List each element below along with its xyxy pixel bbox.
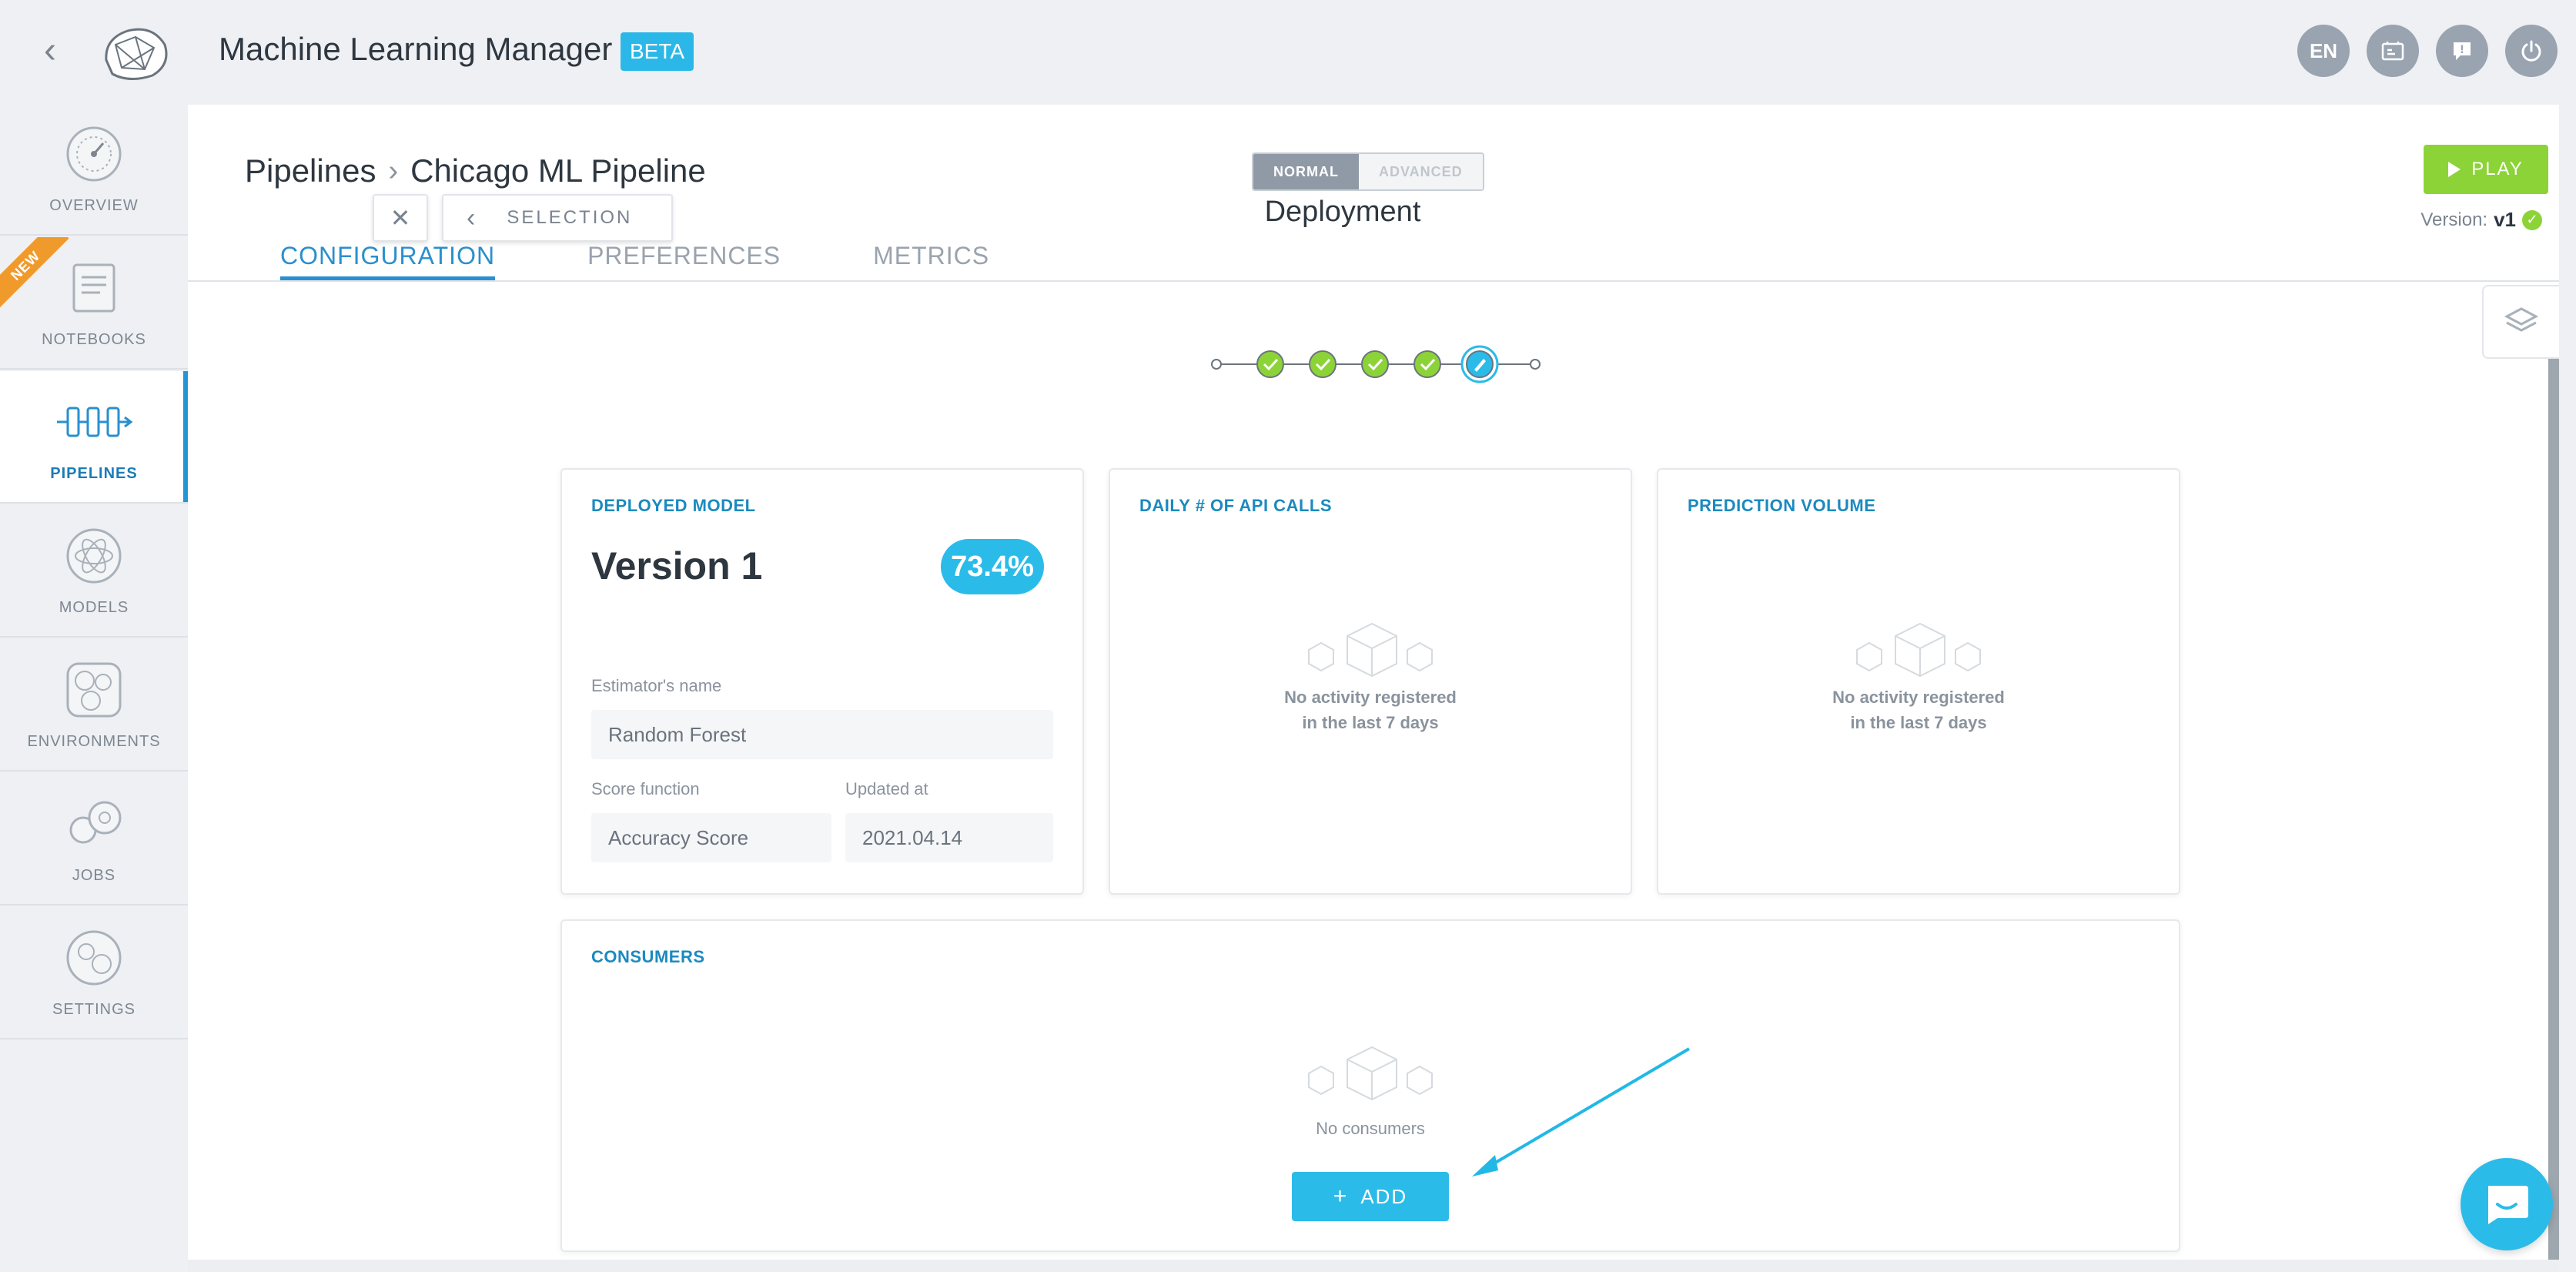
breadcrumb-current: Chicago ML Pipeline: [410, 152, 706, 189]
scrollbar[interactable]: [2548, 359, 2559, 1272]
app-logo-icon: [105, 28, 168, 80]
play-button[interactable]: PLAY: [2424, 145, 2548, 194]
play-icon: [2448, 162, 2461, 177]
empty-cubes-icon: [1308, 622, 1433, 678]
sidebar-item-models[interactable]: MODELS: [0, 505, 188, 638]
sidebar-item-label: NOTEBOOKS: [42, 330, 146, 348]
language-button[interactable]: EN: [2297, 25, 2350, 77]
score-function-label: Score function: [591, 779, 700, 798]
power-icon[interactable]: [2505, 25, 2558, 77]
sidebar-item-label: JOBS: [72, 866, 116, 884]
sidebar-item-label: MODELS: [59, 598, 129, 616]
mode-advanced-button[interactable]: ADVANCED: [1359, 154, 1483, 189]
wizard-stepper: [1211, 345, 1541, 383]
sidebar-item-label: ENVIRONMENTS: [27, 732, 161, 750]
updated-at-field: 2021.04.14: [845, 813, 1053, 862]
empty-message: in the last 7 days: [1302, 713, 1439, 732]
sidebar-item-overview[interactable]: OVERVIEW: [0, 103, 188, 236]
no-consumers-message: No consumers: [1316, 1119, 1425, 1138]
sidebar-item-label: OVERVIEW: [49, 196, 139, 214]
card-title: PREDICTION VOLUME: [1688, 496, 1876, 515]
dashboard-icon[interactable]: [2367, 25, 2419, 77]
new-ribbon: NEW: [0, 237, 69, 310]
sidebar-item-notebooks[interactable]: NEW NOTEBOOKS: [0, 237, 188, 370]
close-button[interactable]: ✕: [373, 194, 428, 242]
gears-icon: [69, 801, 122, 843]
deployed-model-card: DEPLOYED MODEL Version 1 73.4% Estimator…: [560, 468, 1084, 895]
pipeline-icon: [57, 407, 132, 437]
annotation-arrow: [1472, 1047, 1691, 1177]
chevron-left-icon: ‹: [467, 203, 478, 233]
sidebar-item-jobs[interactable]: JOBS: [0, 773, 188, 905]
version-value: v1: [2494, 208, 2516, 231]
tab-configuration[interactable]: CONFIGURATION: [280, 242, 496, 280]
sidebar-item-environments[interactable]: ENVIRONMENTS: [0, 639, 188, 772]
estimator-field: Random Forest: [591, 710, 1053, 759]
api-calls-card: DAILY # OF API CALLS No activity registe…: [1109, 468, 1632, 895]
help-chat-icon[interactable]: !: [2436, 25, 2488, 77]
chevron-right-icon: ›: [388, 154, 399, 187]
notebook-icon: [72, 263, 115, 312]
card-title: DAILY # OF API CALLS: [1139, 496, 1333, 515]
add-consumer-button[interactable]: + ADD: [1292, 1172, 1449, 1221]
deployed-version: Version 1: [591, 544, 763, 587]
svg-text:!: !: [2460, 44, 2464, 56]
step-completed-icon[interactable]: [1361, 350, 1389, 378]
sidebar-item-settings[interactable]: SETTINGS: [0, 907, 188, 1039]
page-header: Pipelines › Chicago ML Pipeline NORMAL A…: [188, 105, 2559, 282]
add-label: ADD: [1360, 1184, 1408, 1208]
sidebar-item-label: PIPELINES: [50, 464, 138, 482]
score-badge: 73.4%: [941, 539, 1044, 594]
play-label: PLAY: [2471, 159, 2524, 179]
step-completed-icon[interactable]: [1256, 350, 1284, 378]
mode-toggle: NORMAL ADVANCED: [1252, 152, 1484, 191]
environment-icon: [66, 662, 122, 717]
empty-message: No activity registered: [1832, 688, 2005, 707]
step-title: Deployment: [1264, 196, 1421, 228]
step-current-edit-icon[interactable]: [1460, 345, 1499, 383]
tab-metrics[interactable]: METRICS: [873, 242, 989, 280]
beta-badge: BETA: [621, 32, 694, 71]
check-circle-icon: ✓: [2522, 209, 2542, 230]
empty-cubes-icon: [1308, 1046, 1433, 1101]
atom-icon: [66, 528, 122, 583]
tab-preferences[interactable]: PREFERENCES: [587, 242, 781, 280]
layers-icon[interactable]: [2482, 285, 2559, 359]
tab-bar: CONFIGURATION PREFERENCES METRICS: [280, 242, 1082, 280]
sidebar: OVERVIEW NEW NOTEBOOKS PIPELINES MODELS …: [0, 103, 188, 1039]
support-chat-icon[interactable]: [2461, 1158, 2553, 1250]
bottom-scroll-strip: [188, 1260, 2559, 1272]
empty-message: No activity registered: [1284, 688, 1457, 707]
breadcrumb: Pipelines › Chicago ML Pipeline: [245, 152, 706, 189]
selection-label: SELECTION: [507, 207, 633, 228]
version-label: Version:: [2420, 209, 2488, 230]
updated-at-label: Updated at: [845, 779, 928, 798]
back-to-selection-button[interactable]: ‹ SELECTION: [442, 194, 673, 242]
empty-cubes-icon: [1856, 622, 1981, 678]
estimator-label: Estimator's name: [591, 676, 722, 695]
prediction-volume-card: PREDICTION VOLUME No activity registered…: [1657, 468, 2180, 895]
gauge-icon: [66, 126, 122, 181]
plus-icon: +: [1333, 1183, 1349, 1209]
mode-normal-button[interactable]: NORMAL: [1253, 154, 1359, 189]
top-bar: ‹ Machine Learning Manager BETA EN !: [0, 0, 2576, 103]
step-completed-icon[interactable]: [1309, 350, 1337, 378]
card-title: CONSUMERS: [591, 947, 705, 966]
app-title: Machine Learning Manager: [219, 31, 613, 67]
step-completed-icon[interactable]: [1413, 350, 1441, 378]
breadcrumb-pipelines[interactable]: Pipelines: [245, 152, 376, 189]
version-info: Version: v1 ✓: [2420, 208, 2542, 232]
sidebar-item-label: SETTINGS: [52, 1000, 135, 1018]
settings-gear-icon: [66, 930, 122, 985]
back-chevron-icon[interactable]: ‹: [31, 30, 69, 71]
score-function-field: Accuracy Score: [591, 813, 831, 862]
empty-message: in the last 7 days: [1850, 713, 1987, 732]
sidebar-item-pipelines[interactable]: PIPELINES: [0, 371, 188, 504]
card-title: DEPLOYED MODEL: [591, 496, 756, 515]
